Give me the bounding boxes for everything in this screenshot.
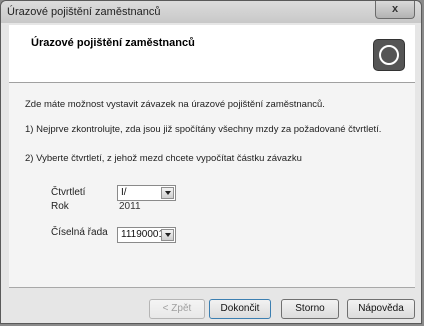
window-title: Úrazové pojištění zaměstnanců (7, 6, 161, 18)
chevron-down-icon[interactable] (161, 187, 174, 199)
intro-text: Zde máte možnost vystavit závazek na úra… (25, 99, 325, 110)
help-button[interactable]: Nápověda (347, 299, 415, 319)
series-select[interactable]: 111900014 (117, 227, 176, 243)
dialog-window: Úrazové pojištění zaměstnanců x Úrazové … (0, 0, 422, 324)
title-bar[interactable]: Úrazové pojištění zaměstnanců x (1, 1, 421, 23)
step2-text: 2) Vyberte čtvrtletí, z jehož mezd chcet… (25, 153, 302, 164)
header-title: Úrazové pojištění zaměstnanců (31, 37, 195, 49)
quarter-select[interactable]: I/ (117, 185, 176, 201)
series-label: Číselná řada (51, 227, 108, 238)
back-button[interactable]: < Zpět (149, 299, 205, 319)
wizard-header: Úrazové pojištění zaměstnanců (9, 25, 415, 83)
close-button[interactable]: x (375, 1, 415, 19)
cancel-button[interactable]: Storno (281, 299, 339, 319)
finish-button[interactable]: Dokončit (209, 299, 271, 319)
z-logo-icon (373, 39, 405, 71)
footer-divider (9, 287, 415, 288)
year-value: 2011 (119, 201, 141, 212)
logo-ring (379, 45, 399, 65)
wizard-body: Zde máte možnost vystavit závazek na úra… (9, 83, 415, 287)
chevron-down-icon[interactable] (161, 229, 174, 241)
quarter-value: I/ (121, 187, 127, 198)
year-label: Rok (51, 201, 69, 212)
quarter-label: Čtvrtletí (51, 187, 86, 198)
step1-text: 1) Nejprve zkontrolujte, zda jsou již sp… (25, 124, 382, 135)
